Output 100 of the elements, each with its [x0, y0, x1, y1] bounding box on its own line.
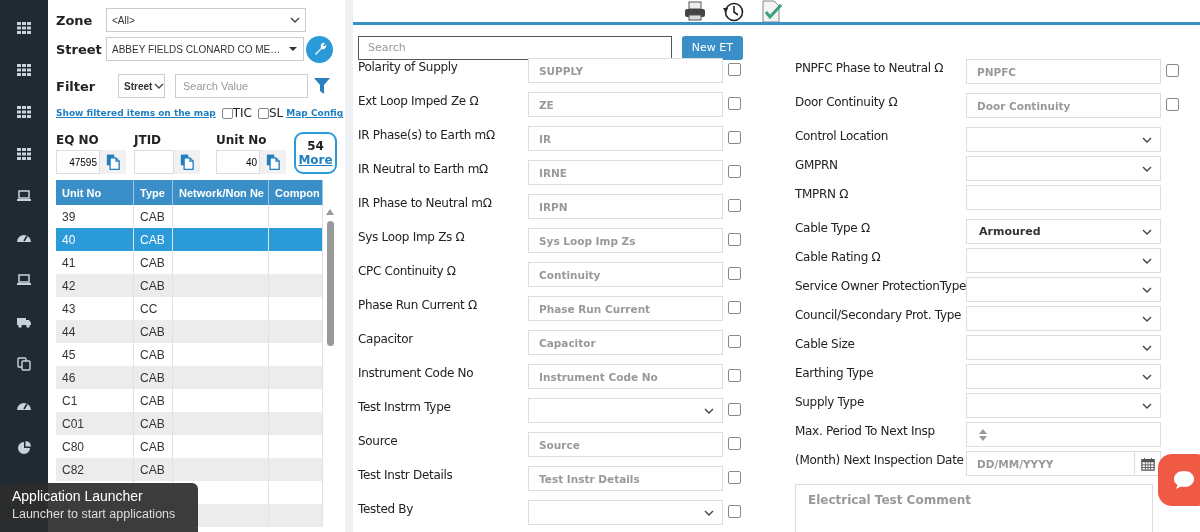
copy-icon — [266, 152, 280, 172]
input-field[interactable]: PNPFC — [966, 59, 1161, 84]
checkbox[interactable] — [728, 369, 741, 382]
table-row[interactable]: C01 CAB — [56, 412, 323, 435]
field-label: Test Instrm Type — [358, 399, 452, 414]
input-field[interactable]: Test Instr Details — [528, 466, 723, 491]
checkbox[interactable] — [728, 165, 741, 178]
grid-icon[interactable] — [16, 146, 32, 162]
checkbox[interactable] — [1166, 98, 1179, 111]
table-row[interactable]: 46 CAB — [56, 366, 323, 389]
grid-icon[interactable] — [16, 20, 32, 36]
map-config-link[interactable]: Map Config — [286, 108, 344, 118]
field-label: Polarity of Supply — [358, 59, 459, 74]
dropdown[interactable]: ABBEY FIELDS CLONARD CO ME… — [106, 37, 304, 61]
checkbox[interactable] — [1166, 64, 1179, 77]
checkbox-label: TIC — [232, 106, 252, 120]
checkbox[interactable] — [728, 403, 741, 416]
checkbox[interactable] — [728, 267, 741, 280]
table-row[interactable]: 42 CAB — [56, 274, 323, 297]
id-field[interactable] — [134, 150, 174, 174]
field-label: Sys Loop Imp Zs Ω — [358, 229, 466, 244]
field-label: Phase Run Current Ω — [358, 297, 478, 312]
copy-button[interactable] — [260, 150, 286, 174]
input-field[interactable]: Instrument Code No — [528, 364, 723, 389]
column-header[interactable]: Type — [134, 180, 173, 205]
more-link[interactable]: More — [298, 153, 333, 167]
history-icon[interactable] — [721, 0, 745, 22]
field-label: Street — [56, 41, 103, 57]
input-field[interactable] — [966, 185, 1161, 210]
checkbox[interactable] — [728, 199, 741, 212]
grid-icon[interactable] — [16, 104, 32, 120]
grid-icon[interactable] — [16, 62, 32, 78]
input-field[interactable]: ZE — [528, 92, 723, 117]
column-header[interactable]: Unit No — [56, 180, 134, 205]
tooltip-title: Application Launcher — [12, 488, 144, 504]
table-row[interactable]: C82 CAB — [56, 458, 323, 481]
checkbox[interactable] — [728, 437, 741, 450]
input-field[interactable]: Door Continuity — [966, 93, 1161, 118]
document-check-icon[interactable] — [759, 0, 783, 22]
copy-icon[interactable] — [16, 356, 32, 372]
caret-icon — [704, 407, 714, 414]
checkbox[interactable] — [728, 131, 741, 144]
checkbox[interactable] — [728, 471, 741, 484]
count-label: 54 — [307, 139, 324, 153]
id-field[interactable]: 47595 — [56, 150, 100, 174]
spinner-icon[interactable] — [979, 428, 987, 441]
copy-button[interactable] — [100, 150, 126, 174]
dropdown[interactable]: Armoured — [966, 219, 1161, 244]
input-field[interactable]: IRPN — [528, 194, 723, 219]
printer-icon[interactable] — [683, 0, 707, 22]
input-field[interactable]: IRNE — [528, 160, 723, 185]
input-field[interactable]: Capacitor — [528, 330, 723, 355]
field-label: Source — [358, 433, 399, 448]
map-link[interactable]: Show filtered items on the map — [56, 108, 216, 118]
checkbox[interactable] — [728, 505, 741, 518]
field-label: IR Neutral to Earth mΩ — [358, 161, 489, 176]
column-header[interactable]: Compon — [269, 180, 323, 205]
laptop-icon[interactable] — [16, 188, 32, 204]
laptop-icon[interactable] — [16, 272, 32, 288]
caret-icon — [1142, 344, 1152, 351]
table-row[interactable]: 44 CAB — [56, 320, 323, 343]
caret-icon — [1142, 286, 1152, 293]
caret-icon — [704, 509, 714, 516]
checkbox[interactable] — [221, 107, 233, 119]
checkbox[interactable] — [728, 233, 741, 246]
input-field[interactable]: Phase Run Current — [528, 296, 723, 321]
id-field[interactable]: 40 — [216, 150, 260, 174]
search-field[interactable]: Search — [358, 35, 672, 60]
filter-icon[interactable] — [313, 77, 331, 95]
input-field[interactable]: IR — [528, 126, 723, 151]
chat-button[interactable] — [1158, 454, 1200, 506]
input-field[interactable]: Sys Loop Imp Zs — [528, 228, 723, 253]
column-header[interactable]: Network/Non Ne — [173, 180, 269, 205]
checkbox[interactable] — [728, 335, 741, 348]
dropdown[interactable]: Street — [118, 74, 165, 98]
input-field[interactable]: SUPPLY — [528, 58, 723, 83]
pie-chart-icon[interactable] — [16, 440, 32, 456]
caret-icon — [288, 46, 298, 52]
field-label: (Month) Next Inspection Date — [795, 452, 965, 467]
more-card[interactable]: 54 More — [294, 132, 337, 174]
dropdown[interactable]: <All> — [106, 8, 306, 32]
tooltip-text: Launcher to start applications — [12, 507, 177, 521]
new-et-button[interactable]: New ET — [681, 35, 743, 60]
field-label: Ext Loop Imped Ze Ω — [358, 93, 480, 108]
checkbox[interactable] — [728, 97, 741, 110]
input-field[interactable]: Continuity — [528, 262, 723, 287]
field-label: Max. Period To Next Insp — [795, 423, 936, 438]
field-label: Earthing Type — [795, 365, 875, 380]
copy-button[interactable] — [174, 150, 200, 174]
number-field[interactable] — [966, 422, 1161, 447]
input-field[interactable]: Source — [528, 432, 723, 457]
comment-field[interactable]: Electrical Test Comment — [795, 484, 1153, 532]
field-label: TMPRN Ω — [795, 186, 850, 201]
date-field[interactable]: DD/MM/YYYY — [966, 451, 1135, 476]
checkbox[interactable] — [258, 107, 269, 119]
scrollbar-thumb[interactable] — [326, 221, 334, 346]
settings-button[interactable] — [306, 35, 333, 63]
checkbox[interactable] — [728, 301, 741, 314]
checkbox[interactable] — [728, 63, 741, 76]
scroll-up-icon[interactable] — [326, 209, 334, 215]
